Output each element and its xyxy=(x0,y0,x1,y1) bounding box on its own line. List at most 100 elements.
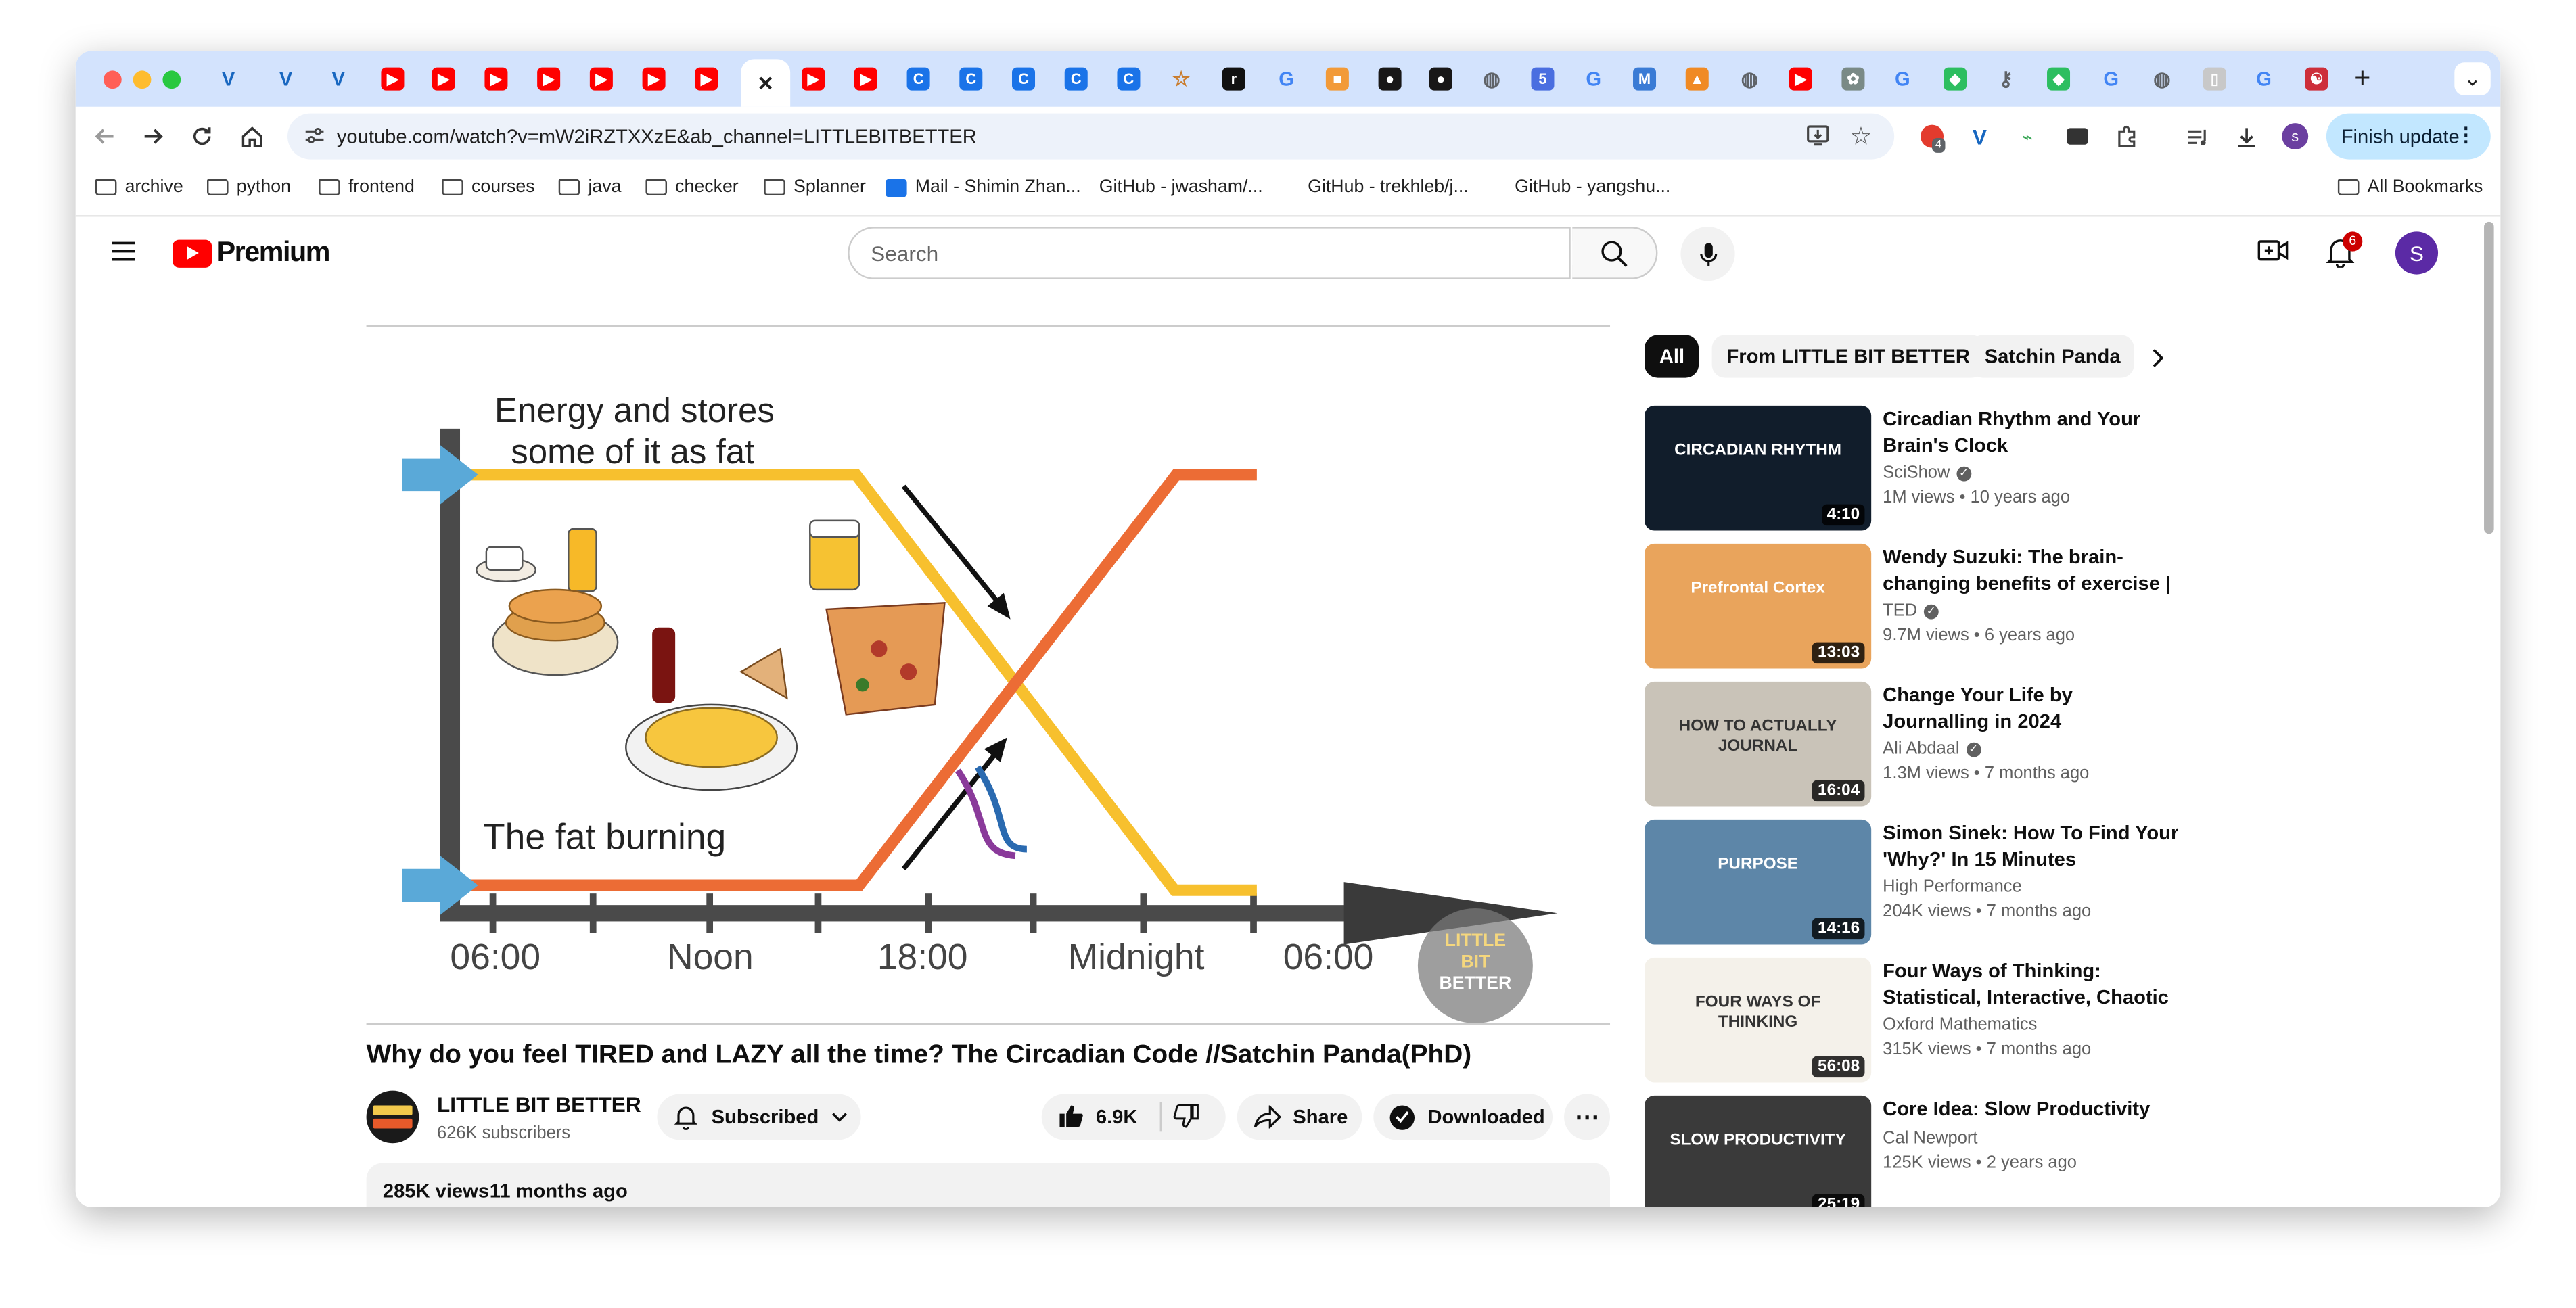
all-bookmarks-button[interactable]: All Bookmarks xyxy=(2337,177,2483,197)
finish-update-button[interactable]: Finish update ⋮ xyxy=(2326,113,2491,160)
bookmark-item[interactable]: python xyxy=(207,177,291,197)
subscribed-button[interactable]: Subscribed xyxy=(657,1094,861,1140)
chip-all[interactable]: All xyxy=(1644,335,1700,378)
profile-button[interactable]: s xyxy=(2278,120,2312,153)
page-scrollbar[interactable] xyxy=(2484,221,2494,534)
tab[interactable]: ● xyxy=(1423,62,1458,95)
bookmark-item[interactable]: GitHub - trekhleb/j... xyxy=(1300,177,1469,197)
minimize-window-button[interactable] xyxy=(133,70,152,89)
recommended-video-title[interactable]: Wendy Suzuki: The brain-changing benefit… xyxy=(1883,544,2178,597)
tab[interactable]: G xyxy=(1885,62,1920,95)
close-window-button[interactable] xyxy=(104,70,122,89)
recommended-video-title[interactable]: Simon Sinek: How To Find Your 'Why?' In … xyxy=(1883,820,2178,872)
media-controls-icon[interactable] xyxy=(2180,120,2213,153)
tab-active[interactable]: ✕ xyxy=(741,59,791,107)
guide-menu-button[interactable] xyxy=(110,240,137,271)
tab[interactable]: ● xyxy=(1372,62,1408,95)
tab[interactable]: C xyxy=(1005,62,1041,95)
video-player[interactable]: Energy and stores some of it as fat The … xyxy=(366,325,1611,1025)
recommended-video[interactable]: CIRCADIAN RHYTHM 4:10 Circadian Rhythm and… xyxy=(1644,405,2186,534)
tab[interactable]: ◍ xyxy=(1473,62,1509,95)
tab[interactable]: ☆ xyxy=(1163,62,1199,95)
video-thumbnail[interactable]: HOW TO ACTUALLY JOURNAL 16:04 xyxy=(1644,681,1872,807)
tab-search-button[interactable]: ⌄ xyxy=(2454,62,2491,95)
bookmark-item[interactable]: GitHub - yangshu... xyxy=(1506,177,1670,197)
create-button[interactable] xyxy=(2257,237,2291,273)
tab[interactable]: G xyxy=(2093,62,2129,95)
share-button[interactable]: Share xyxy=(1237,1094,1362,1140)
video-description[interactable]: 285K views 11 months ago xyxy=(366,1163,1611,1208)
channel-name[interactable]: LITTLE BIT BETTER xyxy=(437,1092,641,1117)
like-button[interactable]: 6.9K xyxy=(1058,1104,1137,1128)
zoom-window-button[interactable] xyxy=(162,70,181,89)
tab[interactable]: ◍ xyxy=(1732,62,1768,95)
tab[interactable]: M xyxy=(1626,62,1662,95)
card-extension-icon[interactable] xyxy=(2060,120,2093,153)
tab[interactable]: ✿ xyxy=(1835,62,1871,95)
recommended-channel[interactable]: High Performance xyxy=(1883,877,2022,897)
extensions-puzzle-icon[interactable] xyxy=(2109,120,2142,153)
extension-adblock-button[interactable]: 4 xyxy=(1916,120,1949,153)
video-thumbnail[interactable]: PURPOSE 14:16 xyxy=(1644,819,1872,945)
tab[interactable]: V xyxy=(268,62,304,95)
channel-avatar[interactable] xyxy=(366,1090,419,1144)
recommended-channel[interactable]: TED ✓ xyxy=(1883,601,1939,621)
tab[interactable]: ▶ xyxy=(530,62,566,95)
video-thumbnail[interactable]: SLOW PRODUCTIVITY 25:19 xyxy=(1644,1095,1872,1208)
search-input[interactable]: Search xyxy=(848,227,1571,279)
tab[interactable]: ◆ xyxy=(2040,62,2076,95)
bookmark-item[interactable]: Mail - Shimin Zhan... xyxy=(886,177,1081,197)
recommended-video-title[interactable]: Core Idea: Slow Productivity xyxy=(1883,1096,2178,1122)
recommended-video-title[interactable]: Four Ways of Thinking: Statistical, Inte… xyxy=(1883,958,2178,1010)
recommended-video[interactable]: Prefrontal Cortex 13:03 Wendy Suzuki: The … xyxy=(1644,543,2186,672)
tab[interactable]: ▲ xyxy=(1679,62,1715,95)
recommended-channel[interactable]: SciShow ✓ xyxy=(1883,463,1971,483)
recommended-video[interactable]: HOW TO ACTUALLY JOURNAL 16:04 Change Your … xyxy=(1644,681,2186,810)
youtube-premium-logo[interactable]: Premium xyxy=(172,237,331,270)
tab[interactable]: ◍ xyxy=(2144,62,2180,95)
tab[interactable]: C xyxy=(953,62,989,95)
recommended-channel[interactable]: Oxford Mathematics xyxy=(1883,1015,2037,1035)
video-thumbnail[interactable]: FOUR WAYS OF THINKING 56:08 xyxy=(1644,957,1872,1083)
search-button[interactable] xyxy=(1572,227,1658,279)
recommended-video-title[interactable]: Circadian Rhythm and Your Brain's Clock xyxy=(1883,406,2178,459)
reload-button[interactable] xyxy=(185,120,218,153)
tab[interactable]: ☯ xyxy=(2299,62,2334,95)
address-bar[interactable]: youtube.com/watch?v=mW2iRZTXXzE&ab_chann… xyxy=(288,113,1895,160)
back-button[interactable] xyxy=(89,120,122,153)
tab[interactable]: C xyxy=(1058,62,1094,95)
bookmark-item[interactable]: Splanner xyxy=(764,177,866,197)
tab[interactable]: ◆ xyxy=(1937,62,1973,95)
url-text[interactable]: youtube.com/watch?v=mW2iRZTXXzE&ab_chann… xyxy=(337,125,977,148)
chip-from-channel[interactable]: From LITTLE BIT BETTER xyxy=(1711,335,1985,378)
tab[interactable]: V xyxy=(210,62,246,95)
tab[interactable]: ▶ xyxy=(1782,62,1818,95)
recommended-video[interactable]: FOUR WAYS OF THINKING 56:08 Four Ways of T… xyxy=(1644,957,2186,1085)
install-app-icon[interactable] xyxy=(1806,123,1830,156)
recommended-video-title[interactable]: Change Your Life by Journalling in 2024 xyxy=(1883,682,2178,734)
tab[interactable]: ▶ xyxy=(848,62,883,95)
account-avatar[interactable]: S xyxy=(2395,231,2439,275)
recommended-video[interactable]: SLOW PRODUCTIVITY 25:19 Core Idea: Slow Pr… xyxy=(1644,1095,2186,1208)
link-extension-icon[interactable]: ⌁ xyxy=(2011,120,2044,153)
chips-next-button[interactable] xyxy=(2150,346,2164,376)
bookmark-item[interactable]: checker xyxy=(645,177,739,197)
downloads-icon[interactable] xyxy=(2230,120,2263,153)
video-thumbnail[interactable]: CIRCADIAN RHYTHM 4:10 xyxy=(1644,405,1872,531)
bookmark-item[interactable]: java xyxy=(558,177,621,197)
recommended-channel[interactable]: Ali Abdaal ✓ xyxy=(1883,739,1981,759)
more-actions-button[interactable]: ⋯ xyxy=(1564,1094,1611,1140)
video-thumbnail[interactable]: Prefrontal Cortex 13:03 xyxy=(1644,543,1872,669)
tab[interactable]: 5 xyxy=(1525,62,1561,95)
recommended-channel[interactable]: Cal Newport xyxy=(1883,1128,1977,1148)
tab[interactable]: C xyxy=(900,62,936,95)
bookmark-item[interactable]: GitHub - jwasham/... xyxy=(1091,177,1263,197)
new-tab-button[interactable]: + xyxy=(2345,62,2380,95)
tab[interactable]: G xyxy=(1576,62,1611,95)
tab[interactable]: ▶ xyxy=(689,62,724,95)
tab[interactable]: ■ xyxy=(1319,62,1355,95)
dislike-button[interactable] xyxy=(1173,1104,1199,1134)
tab[interactable]: ▶ xyxy=(795,62,831,95)
tab[interactable]: V xyxy=(321,62,356,95)
tab[interactable]: ▶ xyxy=(478,62,514,95)
